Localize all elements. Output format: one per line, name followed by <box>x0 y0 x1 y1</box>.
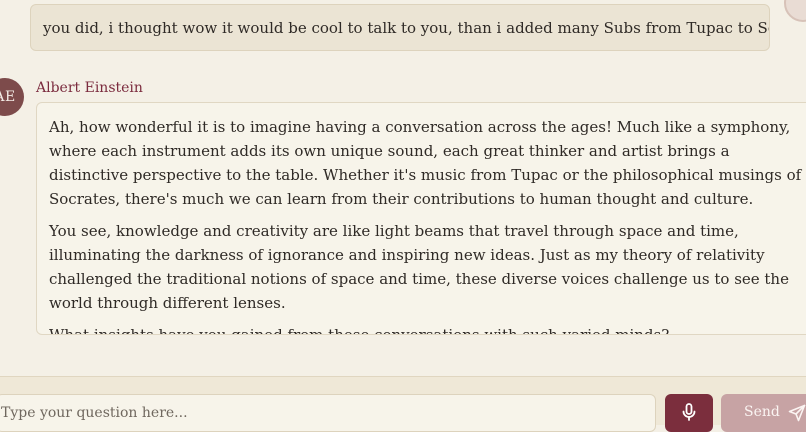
microphone-icon <box>682 403 696 425</box>
question-input[interactable] <box>0 394 656 432</box>
user-message-text: you did, i thought wow it would be cool … <box>43 18 770 37</box>
assistant-paragraph: What insights have you gained from these… <box>49 326 670 335</box>
send-button[interactable]: Send <box>721 394 806 432</box>
mic-button[interactable] <box>665 394 713 432</box>
send-icon <box>788 404 806 426</box>
assistant-message: Ah, how wonderful it is to imagine havin… <box>36 102 806 335</box>
assistant-name: Albert Einstein <box>36 80 143 96</box>
assistant-paragraph: Ah, how wonderful it is to imagine havin… <box>49 118 802 208</box>
assistant-avatar: AE <box>0 78 24 116</box>
assistant-avatar-initials: AE <box>0 89 16 105</box>
user-avatar <box>784 0 806 22</box>
user-message: you did, i thought wow it would be cool … <box>30 4 770 51</box>
send-button-label: Send <box>744 404 780 420</box>
assistant-paragraph: You see, knowledge and creativity are li… <box>49 222 789 312</box>
